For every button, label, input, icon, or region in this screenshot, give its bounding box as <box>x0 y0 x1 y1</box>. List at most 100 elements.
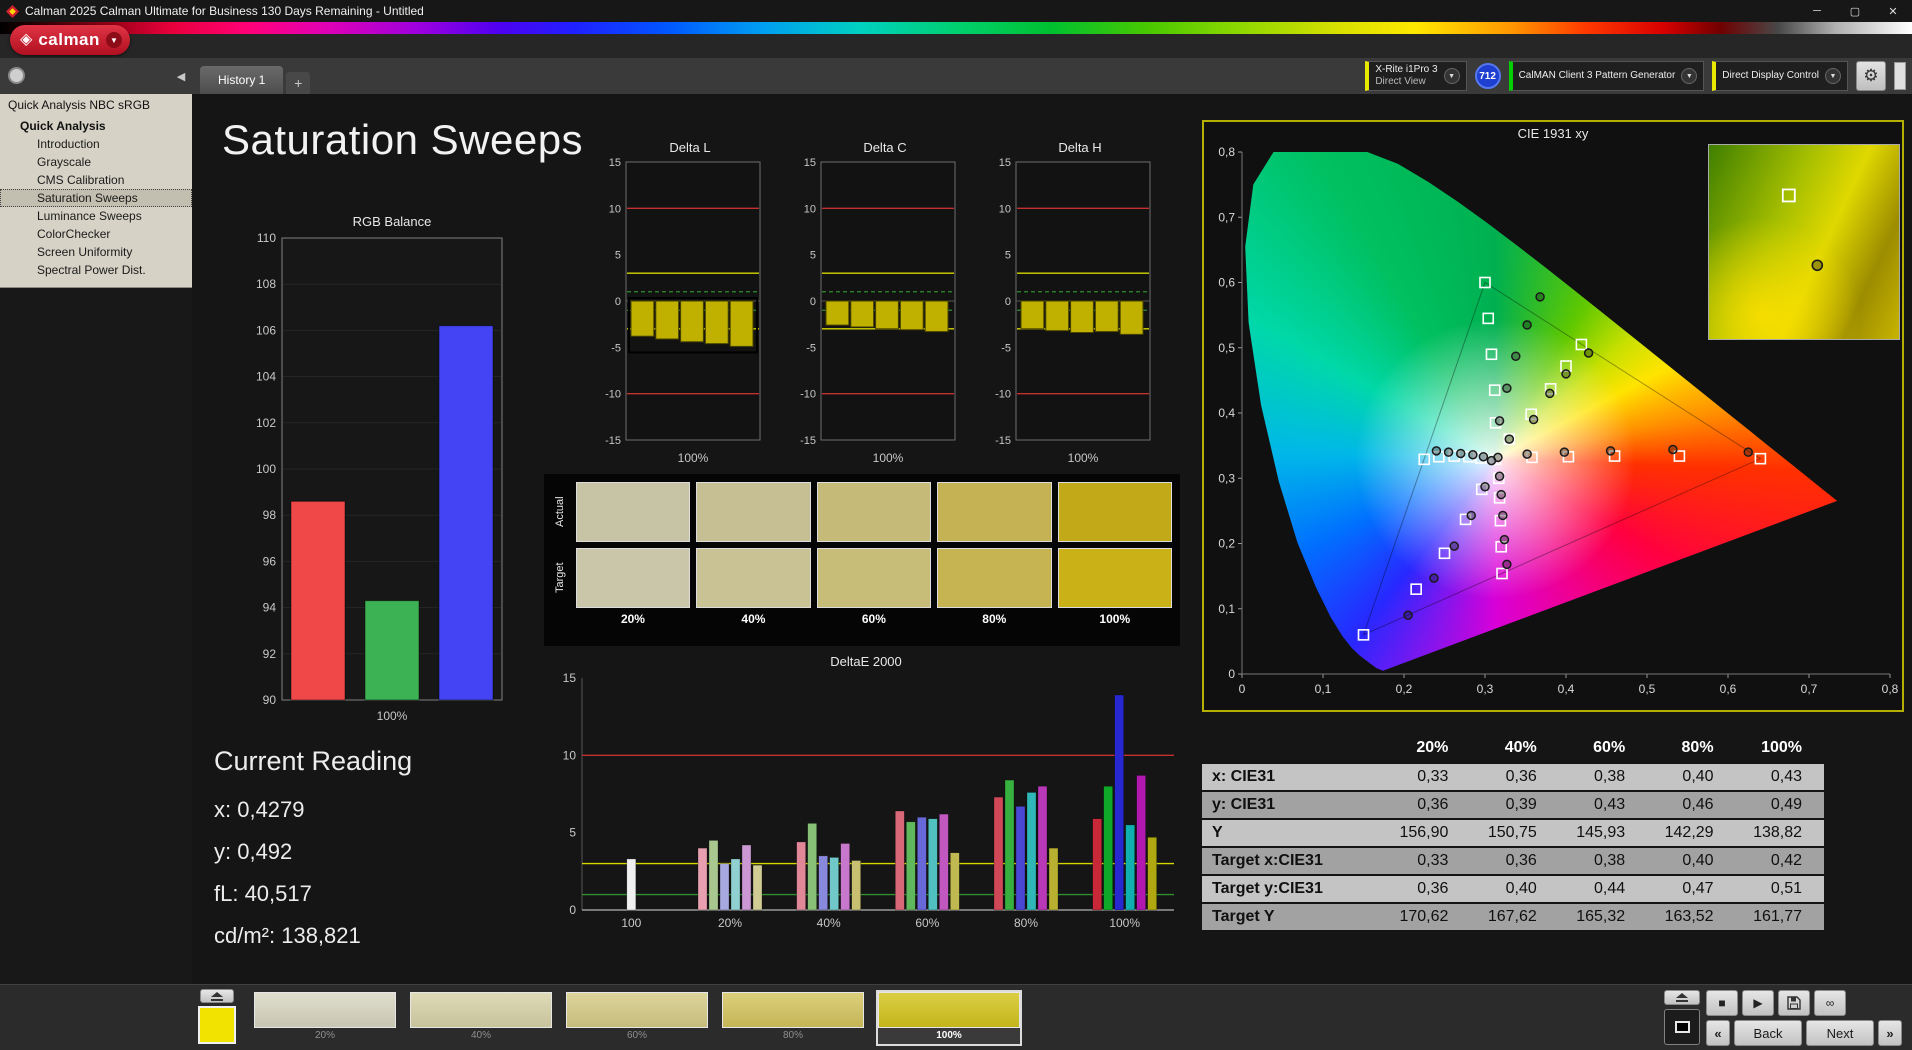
axis-label: 0,3 <box>1477 682 1494 696</box>
axis-label: 0,5 <box>1218 341 1235 355</box>
cie-target-point <box>1438 547 1451 560</box>
next-chevrons-button[interactable]: » <box>1878 1020 1902 1046</box>
cie-measured-point <box>1502 559 1512 570</box>
minimize-button[interactable]: ─ <box>1798 0 1836 22</box>
actual-swatch-100% <box>1057 482 1173 542</box>
delta-h-bar-100% <box>1119 300 1144 335</box>
toolbar: ◈ calman ▼ <box>0 22 1912 58</box>
sidebar-item-colorchecker[interactable]: ColorChecker <box>0 225 192 243</box>
table-cell: 0,43 <box>1735 763 1824 791</box>
meter-count-badge[interactable]: 712 <box>1474 63 1501 89</box>
save-button[interactable] <box>1778 990 1810 1016</box>
axis-label: 5 <box>810 250 816 262</box>
delta-c-svg: Delta C 15 10 5 0 -5 -10 -15 100% <box>800 140 956 465</box>
tree-root-quick-analysis[interactable]: Quick Analysis <box>0 117 192 135</box>
inset-target-point <box>1781 188 1796 203</box>
patch-eject-button[interactable] <box>200 989 234 1003</box>
display-window-button[interactable] <box>1664 1009 1700 1045</box>
collapse-sidebar-button[interactable]: ◀ <box>172 67 190 85</box>
transport-controls: ■ ▶ ∞ « Back Next » <box>1664 990 1902 1046</box>
deltae-bar <box>1092 818 1102 911</box>
settings-gear-button[interactable]: ⚙ <box>1856 61 1886 91</box>
stop-button[interactable]: ■ <box>1706 990 1738 1016</box>
cie-measured-point <box>1743 447 1753 457</box>
axis-label: -15 <box>605 435 621 447</box>
axis-label: 0,3 <box>1218 471 1235 485</box>
patch-button-60[interactable]: 60% <box>564 990 710 1046</box>
sidebar-item-cms-calibration[interactable]: CMS Calibration <box>0 171 192 189</box>
deltae-bar <box>1048 847 1059 911</box>
pattern-generator-caret-icon: ▼ <box>1681 68 1698 84</box>
table-cell: 0,36 <box>1382 875 1471 903</box>
axis-label: DeltaE 2000 <box>830 654 902 669</box>
add-tab-button[interactable]: + <box>286 72 311 94</box>
sidebar-item-introduction[interactable]: Introduction <box>0 135 192 153</box>
patch-button-80[interactable]: 80% <box>720 990 866 1046</box>
axis-label: -15 <box>995 435 1011 447</box>
axis-label: 5 <box>569 826 576 840</box>
eject-button[interactable] <box>1664 990 1700 1005</box>
back-chevrons-button[interactable]: « <box>1706 1020 1730 1046</box>
axis-label: 100% <box>1068 451 1099 465</box>
cie-measured-point <box>1493 452 1503 463</box>
patch-button-40[interactable]: 40% <box>408 990 554 1046</box>
table-cell: 163,52 <box>1647 903 1736 931</box>
delta-h-chart: Delta H 15 10 5 0 -5 -10 -15 100% <box>982 138 1158 478</box>
patch-button-100[interactable]: 100% <box>876 990 1022 1046</box>
delta-h-bar-80% <box>1094 300 1119 333</box>
cie-measured-point <box>1496 489 1506 500</box>
deltae-bar <box>840 843 850 911</box>
sidebar-item-saturation-sweeps[interactable]: Saturation Sweeps <box>0 189 192 207</box>
target-swatch-40% <box>696 548 811 608</box>
axis-label: 10 <box>999 203 1011 215</box>
patch-button-20[interactable]: 20% <box>252 990 398 1046</box>
patch-swatch <box>722 992 864 1028</box>
current-reading: Current Reading x: 0,4279 y: 0,492 fL: 40,… <box>214 746 412 957</box>
axis-label: 108 <box>256 277 276 291</box>
display-control-dropdown[interactable]: Direct Display Control ▼ <box>1712 61 1848 91</box>
table-row-y-cie31: y: CIE31 0,36 0,39 0,43 0,46 0,49 <box>1202 791 1824 819</box>
sidebar-item-screen-uniformity[interactable]: Screen Uniformity <box>0 243 192 261</box>
deltae-bar <box>906 821 916 911</box>
table-cell: 0,43 <box>1558 791 1648 819</box>
play-button[interactable]: ▶ <box>1742 990 1774 1016</box>
continuous-measure-button[interactable]: ∞ <box>1814 990 1846 1016</box>
sidebar-item-luminance-sweeps[interactable]: Luminance Sweeps <box>0 207 192 225</box>
axis-label: 0,1 <box>1315 682 1332 696</box>
cie-measured-point <box>1449 541 1459 551</box>
pattern-generator-label: CalMAN Client 3 Pattern Generator <box>1518 70 1676 81</box>
meter-dropdown[interactable]: X-Rite i1Pro 3 Direct View ▼ <box>1365 61 1467 91</box>
axis-label: 0 <box>615 296 621 308</box>
pattern-generator-dropdown[interactable]: CalMAN Client 3 Pattern Generator ▼ <box>1508 61 1705 91</box>
sidebar-item-grayscale[interactable]: Grayscale <box>0 153 192 171</box>
maximize-button[interactable]: ▢ <box>1836 0 1874 22</box>
back-button[interactable]: Back <box>1734 1020 1802 1046</box>
delta-c-bar-80% <box>899 300 924 331</box>
delta-l-bar-20% <box>630 300 655 337</box>
table-cell: 0,47 <box>1647 875 1736 903</box>
axis-label: 0,4 <box>1218 406 1235 420</box>
sidebar-item-spectral-power-dist[interactable]: Spectral Power Dist. <box>0 261 192 279</box>
close-button[interactable]: ✕ <box>1874 0 1912 22</box>
table-row-target-x-cie31: Target x:CIE31 0,33 0,36 0,38 0,40 0,42 <box>1202 847 1824 875</box>
axis-label: -10 <box>605 389 621 401</box>
calman-logo-text: calman <box>38 30 100 49</box>
edge-panel-sliver[interactable] <box>1894 62 1906 90</box>
axis-label: 0 <box>810 296 816 308</box>
table-row-target-y: Target Y 170,62 167,62 165,32 163,52 161,77 <box>1202 903 1824 931</box>
axis-label: 80% <box>1014 916 1038 930</box>
axis-label: 92 <box>263 647 277 661</box>
rainbow-gradient-strip <box>0 22 1912 34</box>
calman-menu-button[interactable]: ◈ calman ▼ <box>10 25 130 55</box>
pin-button[interactable] <box>8 67 25 84</box>
next-button[interactable]: Next <box>1806 1020 1874 1046</box>
swatch-percent-label: 20% <box>620 612 645 626</box>
delta-c-bar-100% <box>924 300 949 333</box>
tab-history-1[interactable]: History 1 <box>200 66 284 94</box>
axis-label: 0,1 <box>1218 602 1235 616</box>
axis-label: 15 <box>804 157 816 169</box>
deltae-bar <box>1004 779 1015 911</box>
deltae-bar <box>697 847 708 911</box>
swatch-percent-label: 40% <box>741 612 766 626</box>
table-cell: 167,62 <box>1470 903 1559 931</box>
